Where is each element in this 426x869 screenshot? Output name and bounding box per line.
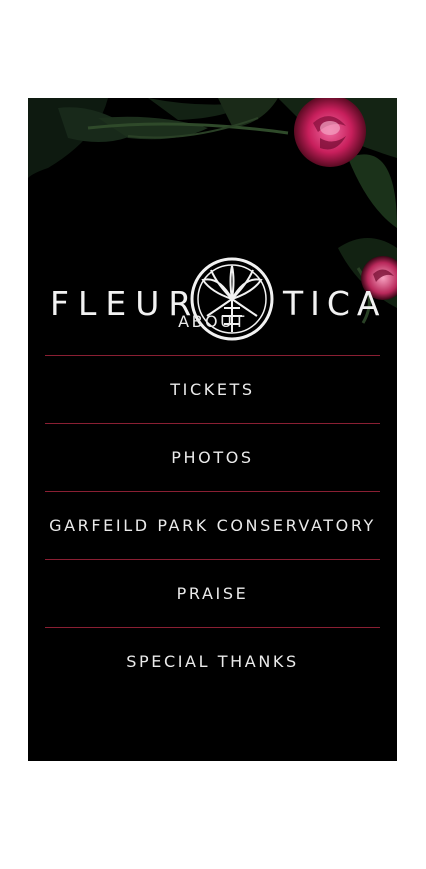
nav-item-about[interactable]: ABOUT [28,288,397,355]
nav-item-tickets[interactable]: TICKETS [28,356,397,423]
nav-item-praise[interactable]: PRAISE [28,560,397,627]
nav-menu: ABOUT TICKETS PHOTOS GARFEILD PARK CONSE… [28,288,397,695]
nav-item-photos[interactable]: PHOTOS [28,424,397,491]
nav-item-conservatory[interactable]: GARFEILD PARK CONSERVATORY [28,492,397,559]
nav-item-special-thanks[interactable]: SPECIAL THANKS [28,628,397,695]
menu-panel: FLEUR TICA ABOUT TICKETS PHOTOS GARFEILD… [28,98,397,761]
